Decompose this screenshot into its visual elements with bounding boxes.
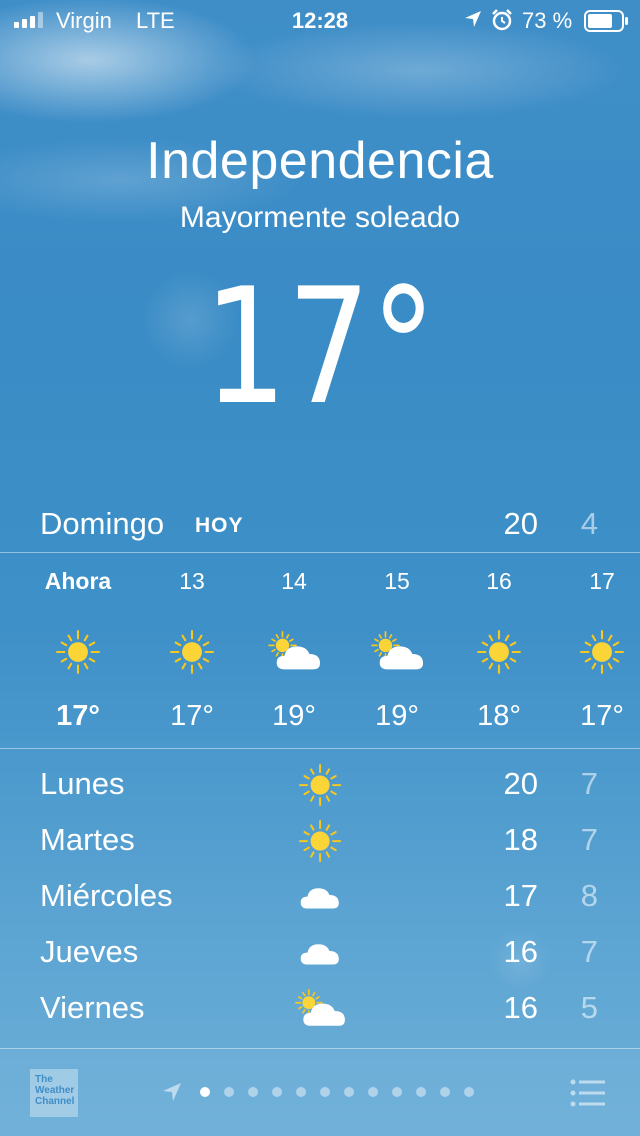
cloud-icon (290, 930, 350, 976)
hour-temp: 17° (56, 700, 100, 732)
today-high: 20 (503, 506, 538, 541)
today-low: 4 (580, 506, 598, 541)
sun-icon (550, 626, 640, 678)
hour-label: 17 (589, 568, 615, 594)
page-dot[interactable] (296, 1087, 306, 1097)
current-location-icon (160, 1080, 184, 1104)
day-low: 7 (580, 934, 598, 969)
hour-temp: 19° (272, 700, 316, 732)
status-time: 12:28 (291, 8, 349, 33)
page-dot[interactable] (248, 1087, 258, 1097)
day-low: 5 (580, 990, 598, 1025)
hour-label: 13 (179, 568, 205, 594)
sun-icon (290, 762, 350, 808)
bottom-toolbar: The Weather Channel (0, 1049, 640, 1136)
status-bar: Virgin LTE 12:28 73 % (0, 0, 640, 40)
hourly-item: 13 17° (140, 556, 244, 733)
page-dot[interactable] (416, 1087, 426, 1097)
hourly-item: Ahora 17° (26, 556, 130, 733)
daily-row: Miércoles 17 8 (0, 870, 640, 926)
daily-forecast[interactable]: Lunes 20 7 Martes 18 7 Miércoles 17 8 Ju… (0, 758, 640, 1038)
sun-icon (290, 818, 350, 864)
hour-label: Ahora (44, 568, 112, 594)
daily-row: Lunes 20 7 (0, 758, 640, 814)
today-summary: Domingo HOY 20 4 (0, 500, 640, 550)
sun-icon (26, 626, 130, 678)
hourly-item: 15 19° (345, 556, 449, 733)
hour-temp: 17° (580, 700, 624, 732)
hourly-item: 14 19° (242, 556, 346, 733)
daily-row: Viernes 16 5 (0, 982, 640, 1038)
hour-label: 14 (281, 568, 307, 594)
weather-condition: Mayormente soleado (179, 201, 461, 234)
city-list-icon[interactable] (570, 1079, 606, 1107)
day-high: 17 (503, 878, 538, 913)
day-name: Martes (40, 822, 135, 857)
day-low: 7 (580, 766, 598, 801)
daily-row: Jueves 16 7 (0, 926, 640, 982)
page-dot[interactable] (440, 1087, 450, 1097)
weather-channel-logo[interactable]: The Weather Channel (30, 1069, 78, 1117)
hourly-item: 16 18° (447, 556, 551, 733)
page-dot[interactable] (272, 1087, 282, 1097)
day-high: 16 (503, 990, 538, 1025)
daily-row: Martes 18 7 (0, 814, 640, 870)
page-dot[interactable] (200, 1087, 210, 1097)
page-dot[interactable] (344, 1087, 354, 1097)
current-temperature: 17° (203, 253, 437, 440)
partly-cloudy-icon (345, 626, 449, 678)
hour-label: 15 (384, 568, 410, 594)
day-name: Miércoles (40, 878, 173, 913)
page-dot[interactable] (224, 1087, 234, 1097)
battery-percentage: 73 % (522, 8, 573, 33)
partly-cloudy-icon (290, 986, 350, 1032)
sun-icon (140, 626, 244, 678)
partly-cloudy-icon (242, 626, 346, 678)
divider (0, 748, 640, 749)
location-arrow-icon (465, 11, 481, 27)
hour-temp: 19° (375, 700, 419, 732)
location-header: Independencia Mayormente soleado (0, 130, 640, 236)
day-name: Viernes (40, 990, 145, 1025)
carrier-name: Virgin (56, 8, 112, 33)
page-dot[interactable] (464, 1087, 474, 1097)
network-type: LTE (136, 8, 175, 33)
divider (0, 552, 640, 553)
sun-icon (447, 626, 551, 678)
day-high: 18 (503, 822, 538, 857)
alarm-clock-icon (492, 9, 512, 31)
page-dot[interactable] (368, 1087, 378, 1097)
hour-temp: 18° (477, 700, 521, 732)
battery-icon (584, 10, 628, 32)
day-name: Jueves (40, 934, 139, 969)
hourly-forecast[interactable]: Ahora 17° 13 17° 14 19° 15 19° 16 18° 17… (0, 556, 640, 746)
day-name: Lunes (40, 766, 125, 801)
day-high: 20 (503, 766, 538, 801)
day-high: 16 (503, 934, 538, 969)
cloud-icon (290, 874, 350, 920)
hour-temp: 17° (170, 700, 214, 732)
hour-label: 16 (486, 568, 512, 594)
day-low: 8 (580, 878, 598, 913)
cellular-signal-icon (14, 12, 43, 28)
day-low: 7 (580, 822, 598, 857)
hourly-item: 17 17° (550, 556, 640, 733)
today-label: HOY (195, 514, 244, 537)
city-name: Independencia (146, 132, 494, 190)
page-indicator[interactable] (160, 1077, 488, 1107)
page-dot[interactable] (320, 1087, 330, 1097)
today-day-name: Domingo (40, 506, 165, 541)
page-dot[interactable] (392, 1087, 402, 1097)
